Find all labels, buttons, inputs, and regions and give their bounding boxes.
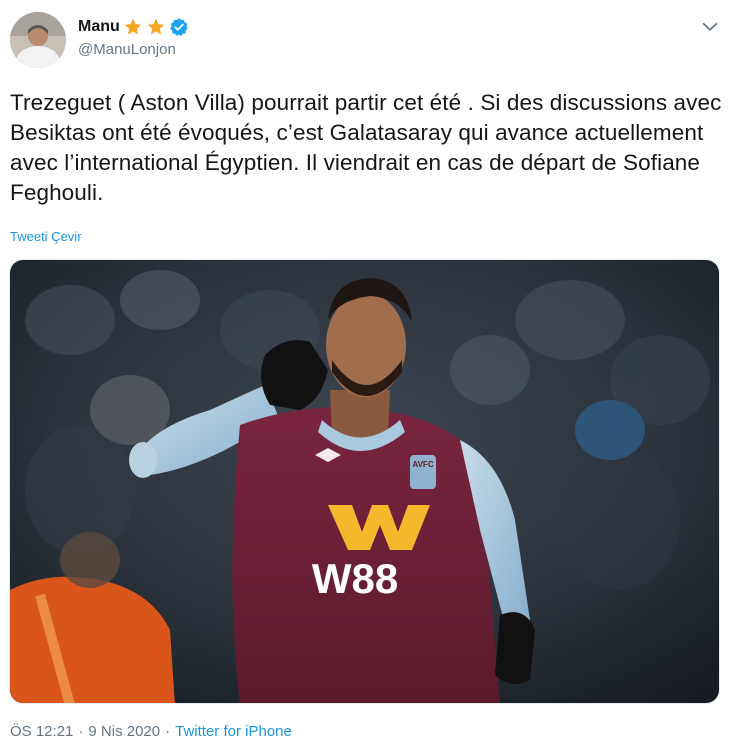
star-icon [147, 18, 165, 35]
chevron-down-icon[interactable] [699, 16, 721, 38]
translate-tweet-link[interactable]: Tweeti Çevir [10, 229, 82, 244]
player-photo: AVFC W88 [10, 260, 719, 703]
sponsor-text: W88 [312, 555, 398, 602]
avatar[interactable] [10, 12, 66, 68]
tweet-photo[interactable]: AVFC W88 [9, 259, 720, 704]
star-icon [124, 18, 142, 35]
tweet-date[interactable]: 9 Nis 2020 [88, 723, 160, 740]
user-handle[interactable]: @ManuLonjon [78, 41, 176, 58]
tweet-time[interactable]: ÖS 12:21 [10, 723, 73, 740]
separator: · [165, 723, 171, 740]
crest-text: AVFC [412, 460, 433, 469]
avatar-image [10, 12, 66, 68]
separator: · [78, 723, 84, 740]
tweet-meta: ÖS 12:21 · 9 Nis 2020 · Twitter for iPho… [10, 723, 292, 740]
tweet-text: Trezeguet ( Aston Villa) pourrait partir… [10, 90, 722, 205]
tweet-source-link[interactable]: Twitter for iPhone [175, 723, 292, 740]
display-name[interactable]: Manu [78, 18, 120, 36]
name-row: Manu [78, 16, 189, 38]
tweet-header: Manu @ManuLonjon [10, 12, 725, 68]
verified-badge-icon [170, 18, 188, 37]
